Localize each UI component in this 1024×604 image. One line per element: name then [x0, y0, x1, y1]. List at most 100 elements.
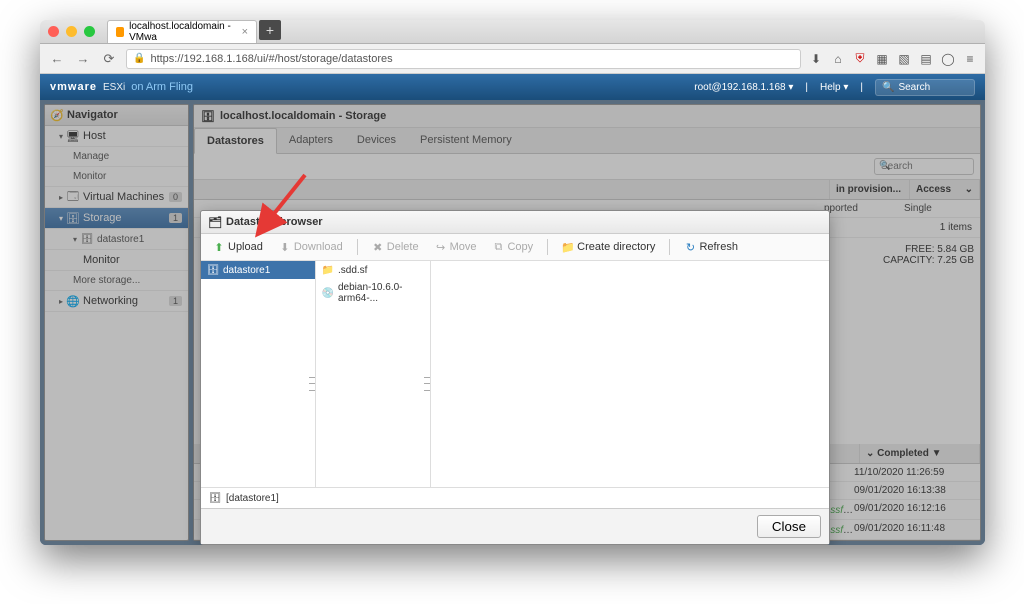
delete-button: ✖ Delete	[366, 238, 425, 256]
host-icon: 🖥	[67, 130, 79, 142]
col-thin-provision[interactable]: in provision...	[830, 180, 910, 199]
vm-icon: 🗔	[67, 191, 79, 203]
favicon-icon	[116, 27, 124, 37]
minimize-window-icon[interactable]	[66, 26, 77, 37]
modal-toolbar: ⬆ Upload ⬇ Download ✖ Delete ↪ Move	[201, 234, 829, 261]
product-text: ESXi	[103, 82, 125, 93]
move-button: ↪ Move	[429, 238, 483, 256]
create-directory-button[interactable]: 📁 Create directory	[556, 238, 661, 256]
bookmark-icon[interactable]: ▤	[919, 52, 933, 66]
new-tab-button[interactable]: +	[259, 20, 281, 40]
nav-datastore1[interactable]: ▾ 🗄 datastore1	[45, 229, 188, 250]
user-icon[interactable]: ◯	[941, 52, 955, 66]
reload-button[interactable]: ⟳	[100, 51, 118, 67]
download-icon[interactable]: ⬇	[809, 52, 823, 66]
close-button[interactable]: Close	[757, 515, 821, 538]
nav-more-storage[interactable]: More storage...	[45, 271, 188, 291]
browser-tab[interactable]: localhost.localdomain - VMwa ×	[107, 20, 257, 43]
copy-icon: ⧉	[492, 241, 504, 253]
search-icon: 🔍	[879, 160, 890, 171]
window-titlebar: localhost.localdomain - VMwa × +	[40, 20, 985, 44]
storage-icon: 🗄	[67, 212, 79, 224]
network-icon: 🌐	[67, 295, 79, 307]
nav-networking[interactable]: ▸ 🌐 Networking 1	[45, 291, 188, 312]
datastore-icon: 🗄	[207, 264, 219, 276]
folder-column: 📁 .sdd.sf 💿 debian-10.6.0-arm64-...	[316, 261, 431, 487]
modal-body: 🗄 datastore1 📁 .sdd.sf 💿 debian-10.6.0-a	[201, 261, 829, 487]
navigator-header: 🧭 Navigator	[45, 105, 188, 126]
datastore-icon: 🗄	[209, 492, 221, 504]
tab-title: localhost.localdomain - VMwa	[129, 21, 236, 43]
file-debian-iso[interactable]: 💿 debian-10.6.0-arm64-...	[316, 279, 430, 307]
details-column	[431, 261, 829, 487]
forward-button[interactable]: →	[74, 51, 92, 66]
folder-plus-icon: 📁	[562, 241, 574, 253]
maximize-window-icon[interactable]	[84, 26, 95, 37]
home-icon[interactable]: ⌂	[831, 52, 845, 66]
content-tabs: Datastores Adapters Devices Persistent M…	[194, 128, 980, 154]
upload-icon: ⬆	[213, 241, 225, 253]
download-icon: ⬇	[279, 241, 291, 253]
app-topbar: vmware ESXi on Arm Fling root@192.168.1.…	[40, 74, 985, 100]
grid-icon[interactable]: ▦	[875, 52, 889, 66]
nav-virtual-machines[interactable]: ▸ 🗔 Virtual Machines 0	[45, 187, 188, 208]
grid-header-behind: in provision... Access⌄	[194, 180, 980, 200]
tab-datastores[interactable]: Datastores	[194, 128, 277, 154]
col-completed[interactable]: ⌄ Completed ▼	[860, 444, 980, 463]
help-menu[interactable]: Help ▾	[820, 82, 848, 93]
toolbar-icons: ⬇ ⌂ ⛨ ▦ ▧ ▤ ◯ ≡	[809, 52, 977, 66]
arm-fling-tag: on Arm Fling	[131, 81, 193, 93]
resize-handle[interactable]	[309, 374, 315, 394]
modal-path-bar: 🗄 [datastore1]	[201, 487, 829, 508]
nav-storage[interactable]: ▾ 🗄 Storage 1	[45, 208, 188, 229]
storage-icon: 🗄	[202, 110, 214, 122]
datastore-row[interactable]: 🗄 datastore1	[201, 261, 315, 279]
url-toolbar: ← → ⟳ 🔒 https://192.168.1.168/ui/#/host/…	[40, 44, 985, 74]
nav-ds-monitor[interactable]: Monitor	[45, 250, 188, 271]
tab-persistent-memory[interactable]: Persistent Memory	[408, 128, 524, 153]
tab-strip: localhost.localdomain - VMwa × +	[107, 20, 977, 43]
datastore-icon: 🗄	[81, 233, 93, 245]
brand-text: vmware	[50, 81, 97, 93]
resize-handle[interactable]	[424, 374, 430, 394]
address-bar[interactable]: 🔒 https://192.168.1.168/ui/#/host/storag…	[126, 49, 801, 69]
menu-icon[interactable]: ≡	[963, 52, 977, 66]
extension-icon[interactable]: ▧	[897, 52, 911, 66]
main-row: 🧭 Navigator ▾ 🖥 Host Manage Monitor ▸ 🗔 …	[40, 100, 985, 545]
browser-icon: 🗂	[209, 216, 221, 228]
move-icon: ↪	[435, 241, 447, 253]
modal-header: 🗂 Datastore browser	[201, 211, 829, 234]
close-tab-icon[interactable]: ×	[242, 26, 248, 38]
copy-button: ⧉ Copy	[486, 238, 539, 256]
esxi-app: vmware ESXi on Arm Fling root@192.168.1.…	[40, 74, 985, 545]
disc-icon: 💿	[322, 287, 334, 299]
refresh-button[interactable]: ↻ Refresh	[678, 238, 744, 256]
folder-sdd[interactable]: 📁 .sdd.sf	[316, 261, 430, 279]
back-button[interactable]: ←	[48, 51, 66, 66]
global-search[interactable]: 🔍 Search	[875, 79, 975, 96]
user-menu[interactable]: root@192.168.1.168 ▾	[694, 82, 793, 93]
modal-footer: Close	[201, 508, 829, 544]
datastore-browser-modal: 🗂 Datastore browser ⬆ Upload ⬇ Download …	[200, 210, 830, 545]
url-text: https://192.168.1.168/ui/#/host/storage/…	[150, 53, 392, 65]
compass-icon: 🧭	[51, 109, 63, 121]
search-icon: 🔍	[882, 82, 894, 93]
folder-icon: 📁	[322, 264, 334, 276]
upload-button[interactable]: ⬆ Upload	[207, 238, 269, 256]
close-window-icon[interactable]	[48, 26, 59, 37]
storage-count-badge: 1	[169, 213, 182, 223]
tab-devices[interactable]: Devices	[345, 128, 408, 153]
browser-window: localhost.localdomain - VMwa × + ← → ⟳ 🔒…	[40, 20, 985, 545]
nav-manage[interactable]: Manage	[45, 147, 188, 167]
navigator-panel: 🧭 Navigator ▾ 🖥 Host Manage Monitor ▸ 🗔 …	[44, 104, 189, 541]
nav-host[interactable]: ▾ 🖥 Host	[45, 126, 188, 147]
col-access[interactable]: Access⌄	[910, 180, 980, 199]
tab-adapters[interactable]: Adapters	[277, 128, 345, 153]
net-count-badge: 1	[169, 296, 182, 306]
datastore-column: 🗄 datastore1	[201, 261, 316, 487]
shield-icon[interactable]: ⛨	[853, 52, 867, 66]
lock-icon: 🔒	[133, 53, 145, 64]
nav-monitor[interactable]: Monitor	[45, 167, 188, 187]
vm-count-badge: 0	[169, 192, 182, 202]
delete-icon: ✖	[372, 241, 384, 253]
